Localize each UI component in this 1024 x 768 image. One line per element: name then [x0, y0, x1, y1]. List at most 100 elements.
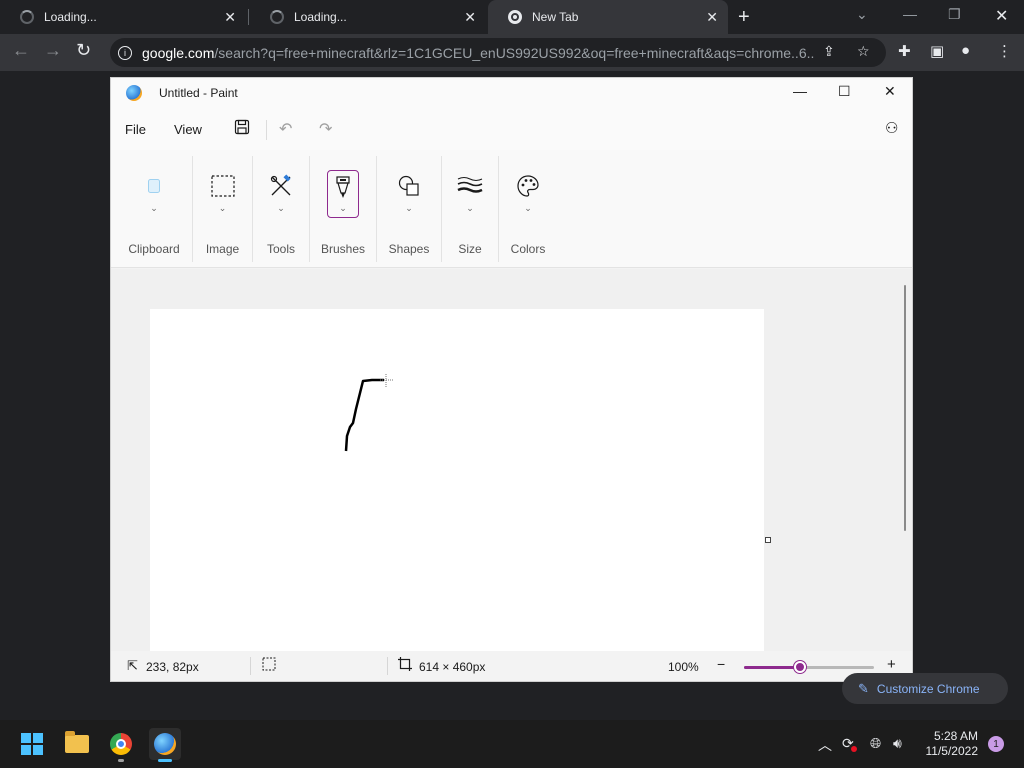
profile-icon[interactable]: ●	[961, 42, 970, 59]
taskbar-paint[interactable]	[149, 728, 181, 762]
restore-icon[interactable]: ❐	[948, 6, 961, 23]
size-icon	[456, 172, 484, 200]
start-button[interactable]	[16, 728, 48, 760]
chrome-menu-icon[interactable]: ⋮	[997, 42, 1012, 60]
zoom-slider-fill	[744, 666, 800, 669]
chevron-down-icon: ⌄	[466, 203, 474, 213]
chevron-down-icon: ⌄	[339, 203, 347, 213]
canvas-size: 614 × 460px	[419, 660, 486, 674]
start-icon	[21, 733, 43, 755]
menu-view[interactable]: View	[174, 122, 202, 137]
ribbon-group-colors[interactable]: ⌄ Colors	[499, 150, 557, 268]
extensions-icon[interactable]: ✚	[898, 42, 911, 60]
stroke-layer	[344, 374, 394, 452]
notification-badge[interactable]: 1	[988, 736, 1004, 752]
zoom-slider[interactable]	[744, 661, 874, 673]
paint-app-icon	[126, 85, 142, 101]
menu-file[interactable]: File	[125, 122, 146, 137]
clock-date: 11/5/2022	[925, 744, 979, 758]
close-window-icon[interactable]: ✕	[995, 6, 1008, 26]
zoom-out-icon[interactable]: −	[717, 656, 725, 672]
minimize-icon[interactable]: —	[793, 83, 807, 99]
taskbar-chrome[interactable]	[105, 728, 137, 762]
tab-search-icon[interactable]: ⌄	[856, 6, 868, 23]
ribbon-group-tools[interactable]: ⌄ Tools	[253, 150, 309, 268]
zoom-slider-thumb[interactable]	[793, 661, 806, 673]
zoom-in-icon[interactable]: +	[887, 656, 896, 673]
status-bar: ⇱ 233, 82px 614 × 460px 100% − +	[111, 651, 912, 681]
tab-close-icon[interactable]: ✕	[224, 9, 236, 26]
menu-divider	[266, 120, 267, 140]
bookmark-star-icon[interactable]: ☆	[857, 43, 870, 60]
network-globe-icon[interactable]: 🌐︎	[870, 735, 881, 752]
tab-title: Loading...	[44, 10, 97, 24]
pencil-icon: ✎	[858, 680, 869, 696]
redo-icon[interactable]: ↷	[319, 119, 332, 139]
group-label: Colors	[510, 242, 546, 256]
chevron-down-icon: ⌄	[218, 203, 227, 213]
show-hidden-icons-icon[interactable]: ︿	[818, 735, 832, 755]
account-icon[interactable]: ⚇	[885, 119, 898, 137]
group-label: Clipboard	[128, 242, 180, 256]
taskbar-file-explorer[interactable]	[61, 728, 93, 760]
ribbon-group-size[interactable]: ⌄ Size	[442, 150, 498, 268]
paint-icon	[154, 733, 176, 755]
minimize-icon[interactable]: —	[903, 6, 917, 22]
reload-icon[interactable]: ↻	[76, 40, 91, 61]
status-divider	[387, 657, 388, 675]
tab-close-icon[interactable]: ✕	[706, 9, 718, 26]
ribbon: ⌄ Clipboard ⌄ Image ⌄ Tools ⌄ Brushes ⌄ …	[111, 150, 912, 268]
tab-separator	[248, 9, 249, 25]
share-icon[interactable]: ⇪	[823, 43, 835, 60]
loading-spinner-icon	[20, 10, 34, 24]
group-label: Image	[205, 242, 240, 256]
undo-icon[interactable]: ↶	[279, 119, 292, 139]
chevron-down-icon: ⌄	[405, 203, 413, 213]
address-bar[interactable]: i google.com/search?q=free+minecraft&rlz…	[110, 38, 886, 67]
tools-icon	[267, 172, 295, 200]
chrome-icon	[110, 733, 132, 755]
chevron-down-icon: ⌄	[150, 203, 158, 213]
group-label: Tools	[266, 242, 295, 256]
volume-icon[interactable]: 🔊︎	[893, 735, 902, 752]
ribbon-group-brushes[interactable]: ⌄ Brushes	[310, 150, 376, 268]
tab-loading-2[interactable]: Loading... ✕	[250, 0, 486, 34]
back-icon[interactable]: ←	[12, 40, 30, 61]
side-panel-icon[interactable]: ▣	[930, 42, 944, 60]
forward-icon[interactable]: →	[44, 40, 62, 61]
ribbon-group-clipboard[interactable]: ⌄ Clipboard	[115, 150, 193, 268]
close-icon[interactable]: ✕	[884, 83, 896, 100]
group-label: Brushes	[320, 242, 366, 256]
customize-chrome-button[interactable]: ✎ Customize Chrome	[842, 673, 1008, 704]
new-tab-button[interactable]: +	[738, 6, 750, 29]
paint-menu-bar: File View ↶ ↷ ⚇	[111, 108, 912, 150]
tab-loading-1[interactable]: Loading... ✕	[0, 0, 246, 34]
ribbon-group-image[interactable]: ⌄ Image	[193, 150, 252, 268]
zoom-level: 100%	[668, 660, 699, 674]
tab-close-icon[interactable]: ✕	[464, 9, 476, 26]
tab-title: New Tab	[532, 10, 579, 24]
group-label: Size	[458, 242, 482, 256]
shapes-icon	[395, 172, 423, 200]
cursor-position: 233, 82px	[146, 660, 199, 674]
save-icon[interactable]	[234, 119, 250, 140]
vertical-scrollbar[interactable]	[904, 285, 906, 531]
pointer-icon: ⇱	[127, 658, 138, 673]
file-explorer-icon	[65, 731, 89, 753]
canvas-size-icon	[398, 657, 412, 674]
window-title: Untitled - Paint	[159, 86, 238, 100]
active-indicator	[158, 759, 172, 762]
canvas-resize-handle[interactable]	[765, 537, 771, 543]
maximize-icon[interactable]: ☐	[838, 83, 851, 100]
site-info-icon[interactable]: i	[118, 45, 132, 60]
system-clock[interactable]: 5:28 AM 11/5/2022	[918, 729, 979, 759]
url-text: google.com/search?q=free+minecraft&rlz=1…	[142, 45, 814, 61]
drawing-canvas[interactable]	[150, 309, 764, 651]
taskbar: ︿ ⟳ 🌐︎ 🔊︎ 5:28 AM 11/5/2022 1	[0, 720, 1024, 768]
ribbon-group-shapes[interactable]: ⌄ Shapes	[377, 150, 441, 268]
paint-title-bar: Untitled - Paint — ☐ ✕	[111, 78, 912, 108]
paint-window: Untitled - Paint — ☐ ✕ File View ↶ ↷ ⚇ ⌄…	[110, 77, 913, 682]
customize-chrome-label: Customize Chrome	[876, 681, 980, 696]
brush-icon	[329, 174, 357, 202]
tab-new-tab[interactable]: New Tab ✕	[488, 0, 728, 34]
